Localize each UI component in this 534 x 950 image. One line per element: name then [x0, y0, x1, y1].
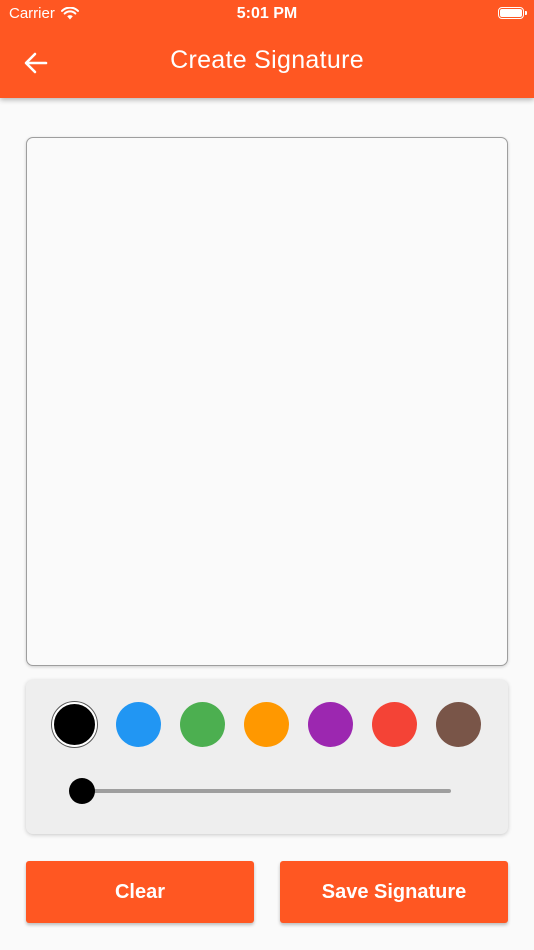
color-swatch[interactable] [116, 702, 161, 747]
pen-settings-panel [26, 680, 508, 834]
stroke-width-slider[interactable] [69, 778, 451, 804]
page-title: Create Signature [170, 46, 364, 74]
color-swatch[interactable] [308, 702, 353, 747]
slider-thumb[interactable] [69, 778, 95, 804]
clear-button[interactable]: Clear [26, 861, 254, 923]
save-signature-button[interactable]: Save Signature [280, 861, 508, 923]
status-bar: Carrier 5:01 PM [0, 0, 534, 28]
color-swatch[interactable] [436, 702, 481, 747]
color-swatch[interactable] [372, 702, 417, 747]
signature-canvas[interactable] [26, 137, 508, 666]
color-swatch[interactable] [52, 702, 97, 747]
color-swatch[interactable] [244, 702, 289, 747]
battery-icon [498, 7, 527, 19]
status-time: 5:01 PM [236, 5, 298, 22]
color-swatch[interactable] [180, 702, 225, 747]
app-bar: Carrier 5:01 PM Create Signature [0, 0, 534, 98]
